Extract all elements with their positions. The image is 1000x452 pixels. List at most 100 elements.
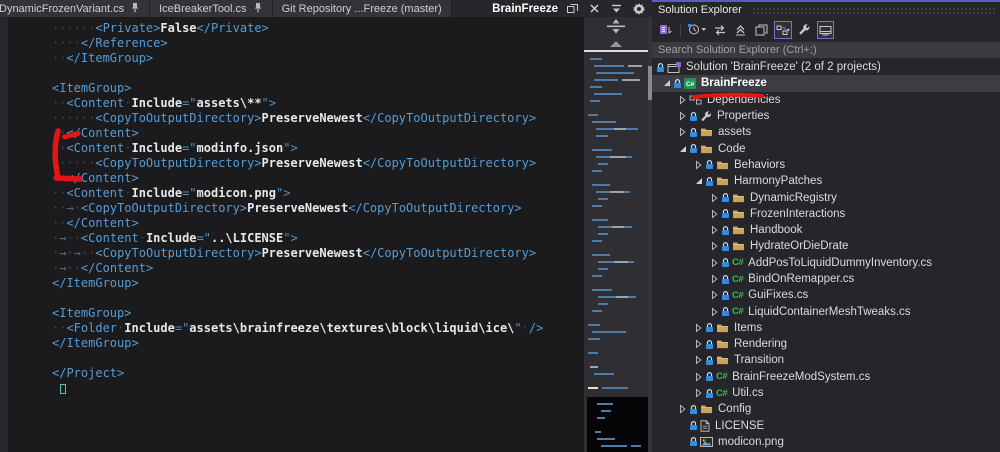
editor-split-handle-icon[interactable] bbox=[605, 19, 627, 39]
keep-open-icon[interactable] bbox=[565, 1, 580, 16]
lock-icon bbox=[721, 225, 730, 236]
editor-tab[interactable]: Git Repository ...Freeze (master) bbox=[273, 0, 452, 17]
switch-views-icon[interactable] bbox=[657, 21, 674, 39]
folder-icon bbox=[732, 241, 745, 251]
tree-item[interactable]: HarmonyPatches bbox=[652, 173, 1000, 189]
expand-arrow-icon[interactable] bbox=[676, 146, 689, 152]
collapse-arrow-icon[interactable] bbox=[676, 111, 689, 121]
tree-item[interactable]: assets bbox=[652, 124, 1000, 140]
folder-icon bbox=[716, 176, 729, 186]
folder-icon bbox=[716, 339, 729, 349]
show-all-files-icon[interactable] bbox=[753, 21, 770, 39]
collapse-arrow-icon[interactable] bbox=[708, 209, 721, 219]
properties-icon[interactable] bbox=[796, 21, 813, 39]
collapse-arrow-icon[interactable] bbox=[708, 225, 721, 235]
collapse-all-icon[interactable] bbox=[732, 21, 749, 39]
tree-item[interactable]: Items bbox=[652, 320, 1000, 336]
settings-gear-icon[interactable] bbox=[631, 1, 646, 16]
code-line: ·→··</Content> bbox=[52, 261, 543, 276]
pin-icon[interactable] bbox=[253, 2, 263, 16]
tree-item[interactable]: Transition bbox=[652, 352, 1000, 368]
collapse-arrow-icon[interactable] bbox=[708, 241, 721, 251]
code-line: ··</Content> bbox=[52, 216, 543, 231]
csharp-file-icon: C# bbox=[732, 257, 743, 268]
lock-icon bbox=[673, 78, 682, 89]
tree-item[interactable]: C#GuiFixes.cs bbox=[652, 287, 1000, 303]
vs-window: DynamicFrozenVariant.cs IceBreakerTool.cs… bbox=[0, 0, 1000, 452]
tab-label: IceBreakerTool.cs bbox=[159, 3, 246, 15]
code-editor[interactable]: ······<Private>False</Private>····</Refe… bbox=[0, 17, 584, 452]
tree-item[interactable]: Behaviors bbox=[652, 157, 1000, 173]
tree-item[interactable]: DynamicRegistry bbox=[652, 189, 1000, 205]
csharp-file-icon: C# bbox=[732, 290, 743, 301]
code-line: ······<CopyToOutputDirectory>PreserveNew… bbox=[52, 111, 543, 126]
tree-item[interactable]: Dependencies bbox=[652, 92, 1000, 108]
panel-title: Solution Explorer bbox=[652, 4, 742, 16]
wrench-icon bbox=[700, 111, 712, 122]
expand-arrow-icon[interactable] bbox=[660, 80, 673, 86]
collapse-arrow-icon[interactable] bbox=[692, 388, 705, 398]
tree-item-label: LiquidContainerMeshTweaks.cs bbox=[748, 306, 910, 318]
lock-icon bbox=[721, 290, 730, 301]
lock-icon bbox=[656, 62, 665, 73]
code-text: ······<Private>False</Private>····</Refe… bbox=[52, 21, 543, 396]
collapse-arrow-icon[interactable] bbox=[692, 323, 705, 333]
lock-icon bbox=[689, 111, 698, 122]
solution-row[interactable]: Solution 'BrainFreeze' (2 of 2 projects) bbox=[652, 59, 1000, 75]
expand-arrow-icon[interactable] bbox=[692, 178, 705, 184]
tree-item[interactable]: C#LiquidContainerMeshTweaks.cs bbox=[652, 303, 1000, 319]
tree-item[interactable]: modicon.png bbox=[652, 434, 1000, 450]
caret-box bbox=[60, 384, 66, 394]
minimap-viewport-box[interactable] bbox=[587, 397, 648, 452]
tree-item-label: HydrateOrDieDrate bbox=[750, 240, 848, 252]
tree-item[interactable]: C#BindOnRemapper.cs bbox=[652, 271, 1000, 287]
collapse-arrow-icon[interactable] bbox=[708, 307, 721, 317]
collapse-arrow-icon[interactable] bbox=[708, 258, 721, 268]
tree-item[interactable]: LICENSE bbox=[652, 418, 1000, 434]
collapse-arrow-icon[interactable] bbox=[692, 372, 705, 382]
csharp-file-icon: C# bbox=[716, 371, 727, 382]
tree-item[interactable]: Config bbox=[652, 401, 1000, 417]
tree-item[interactable]: HydrateOrDieDrate bbox=[652, 238, 1000, 254]
file-icon bbox=[700, 420, 710, 432]
solution-explorer-header[interactable]: Solution Explorer bbox=[652, 2, 1000, 17]
collapse-arrow-icon[interactable] bbox=[676, 95, 689, 105]
lock-icon bbox=[689, 127, 698, 138]
collapse-arrow-icon[interactable] bbox=[692, 160, 705, 170]
tree-item[interactable]: C#AddPosToLiquidDummyInventory.cs bbox=[652, 255, 1000, 271]
tree-item[interactable]: C#BrainFreezeModSystem.cs bbox=[652, 369, 1000, 385]
editor-tab[interactable]: DynamicFrozenVariant.cs bbox=[0, 0, 150, 17]
pin-icon[interactable] bbox=[130, 2, 140, 16]
preview-selected-items-icon[interactable] bbox=[817, 21, 834, 39]
sync-with-active-document-icon[interactable] bbox=[711, 21, 728, 39]
code-line: ··</ItemGroup> bbox=[52, 51, 543, 66]
scroll-up-button[interactable] bbox=[610, 41, 622, 47]
tree-item[interactable]: C#Util.cs bbox=[652, 385, 1000, 401]
collapse-arrow-icon[interactable] bbox=[708, 290, 721, 300]
code-line: ··</Content> bbox=[52, 126, 543, 141]
tree-item[interactable]: FrozenInteractions bbox=[652, 206, 1000, 222]
tree-item[interactable]: Code bbox=[652, 140, 1000, 156]
collapse-arrow-icon[interactable] bbox=[708, 193, 721, 203]
collapse-arrow-icon[interactable] bbox=[676, 127, 689, 137]
minimap-scrollbar[interactable] bbox=[584, 17, 648, 452]
track-active-item-icon[interactable] bbox=[774, 21, 792, 39]
tree-item[interactable]: C#BrainFreeze bbox=[652, 75, 1000, 91]
collapse-arrow-icon[interactable] bbox=[692, 355, 705, 365]
close-icon[interactable] bbox=[587, 1, 602, 16]
tree-item[interactable]: Properties bbox=[652, 108, 1000, 124]
preview-tab-brainfreeze[interactable]: BrainFreeze bbox=[483, 0, 652, 17]
tree-item[interactable]: Handbook bbox=[652, 222, 1000, 238]
open-files-filter-icon[interactable] bbox=[687, 21, 707, 39]
tree-item-label: HarmonyPatches bbox=[734, 175, 822, 187]
code-line: ··</Content> bbox=[52, 171, 543, 186]
collapse-arrow-icon[interactable] bbox=[676, 404, 689, 414]
tab-list-icon[interactable] bbox=[609, 1, 624, 16]
tree-item-label: Handbook bbox=[750, 224, 802, 236]
collapse-arrow-icon[interactable] bbox=[708, 274, 721, 284]
editor-tab[interactable]: IceBreakerTool.cs bbox=[150, 0, 272, 17]
collapse-arrow-icon[interactable] bbox=[692, 339, 705, 349]
lock-icon bbox=[705, 339, 714, 350]
tree-item[interactable]: Rendering bbox=[652, 336, 1000, 352]
search-input[interactable] bbox=[652, 42, 1000, 58]
